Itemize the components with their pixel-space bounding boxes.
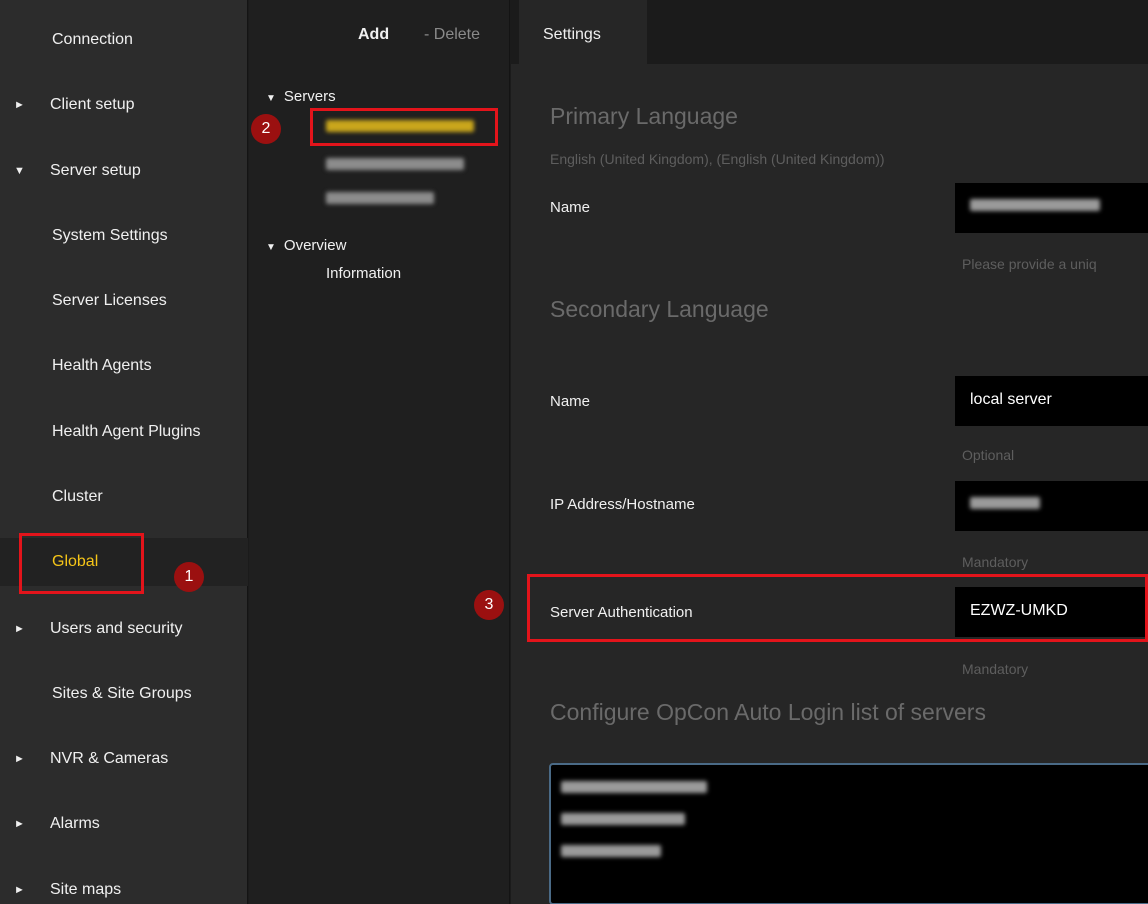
nav-item-server-licenses[interactable]: Server Licenses [0, 277, 248, 325]
tree-server-item[interactable] [326, 191, 434, 208]
nav-item-label: Server Licenses [52, 292, 167, 309]
highlight-box-global [19, 533, 144, 594]
mandatory-hint: Mandatory [962, 554, 1029, 570]
highlight-box-auth [527, 574, 1148, 642]
step-badge-2: 2 [251, 114, 281, 144]
nav-item-health-agents[interactable]: Health Agents [0, 342, 248, 390]
nav-item-client-setup[interactable]: ► Client setup [0, 81, 248, 129]
tab-settings[interactable]: Settings [519, 0, 647, 64]
ip-address-input[interactable] [955, 481, 1148, 531]
name-input[interactable] [955, 183, 1148, 233]
collapsed-arrow-icon[interactable]: ► [0, 884, 50, 896]
nav-item-alarms[interactable]: ► Alarms [0, 800, 248, 848]
step-badge-1: 1 [174, 562, 204, 592]
nav-item-health-agent-plugins[interactable]: Health Agent Plugins [0, 408, 248, 456]
add-button[interactable]: Add [358, 26, 389, 44]
nav-item-site-maps[interactable]: ► Site maps [0, 866, 248, 904]
collapsed-arrow-icon[interactable]: ► [0, 99, 50, 111]
expand-arrow-icon[interactable]: ▼ [266, 93, 276, 104]
nav-item-label: Connection [52, 31, 133, 48]
redacted-name-value [970, 199, 1100, 211]
nav-item-label: Health Agents [52, 357, 152, 374]
delete-button[interactable]: - Delete [424, 26, 480, 44]
nav-item-server-setup[interactable]: ▼ Server setup [0, 147, 248, 195]
collapsed-arrow-icon[interactable]: ► [0, 623, 50, 635]
nav-item-cluster[interactable]: Cluster [0, 473, 248, 521]
redacted-server-name [326, 192, 434, 204]
mandatory-hint: Mandatory [962, 661, 1029, 677]
nav-item-label: NVR & Cameras [50, 750, 169, 767]
tree-node-servers[interactable]: ▼ Servers [266, 88, 336, 105]
primary-language-heading: Primary Language [550, 103, 738, 129]
redacted-server-name [326, 158, 464, 170]
collapsed-arrow-icon[interactable]: ► [0, 818, 50, 830]
name-label: Name [550, 199, 591, 216]
nav-item-label: Client setup [50, 96, 135, 113]
name-hint: Please provide a uniq [962, 256, 1097, 272]
nav-item-label: Site maps [50, 881, 122, 898]
primary-language-value: English (United Kingdom), (English (Unit… [550, 151, 885, 167]
tree-server-item[interactable] [326, 157, 464, 174]
secondary-name-label: Name [550, 393, 591, 410]
redacted-ip-value [970, 497, 1040, 509]
tree-node-servers-label: Servers [283, 88, 336, 105]
expand-arrow-icon[interactable]: ▼ [266, 242, 276, 253]
nav-item-nvr-cameras[interactable]: ► NVR & Cameras [0, 735, 248, 783]
nav-item-users-and-security[interactable]: ► Users and security [0, 605, 248, 653]
collapsed-arrow-icon[interactable]: ► [0, 753, 50, 765]
nav-item-sites-site-groups[interactable]: Sites & Site Groups [0, 670, 248, 718]
redacted-server-line [561, 781, 707, 793]
expanded-arrow-icon[interactable]: ▼ [0, 165, 50, 177]
secondary-name-input[interactable]: local server [955, 376, 1148, 426]
nav-item-connection[interactable]: Connection [0, 16, 248, 64]
tree-node-overview[interactable]: ▼ Overview [266, 237, 346, 254]
nav-item-label: Server setup [50, 162, 141, 179]
auto-login-servers-textarea[interactable] [549, 763, 1148, 904]
step-badge-3: 3 [474, 590, 504, 620]
tree-node-overview-label: Overview [283, 237, 347, 254]
highlight-box-server [310, 108, 498, 146]
nav-item-label: Sites & Site Groups [52, 685, 192, 702]
nav-item-system-settings[interactable]: System Settings [0, 212, 248, 260]
settings-nav: Connection ► Client setup ▼ Server setup Syst… [0, 0, 248, 904]
redacted-server-line [561, 845, 661, 857]
nav-item-label: Cluster [52, 488, 103, 505]
nav-item-label: Alarms [50, 815, 100, 832]
nav-item-label: Users and security [50, 620, 183, 637]
optional-hint: Optional [962, 447, 1015, 463]
secondary-language-heading: Secondary Language [550, 296, 769, 322]
ip-address-label: IP Address/Hostname [550, 496, 695, 513]
auto-login-heading: Configure OpCon Auto Login list of serve… [550, 699, 986, 725]
tree-node-information[interactable]: Information [326, 265, 401, 282]
nav-item-label: System Settings [52, 227, 168, 244]
nav-item-label: Health Agent Plugins [52, 423, 201, 440]
redacted-server-line [561, 813, 685, 825]
